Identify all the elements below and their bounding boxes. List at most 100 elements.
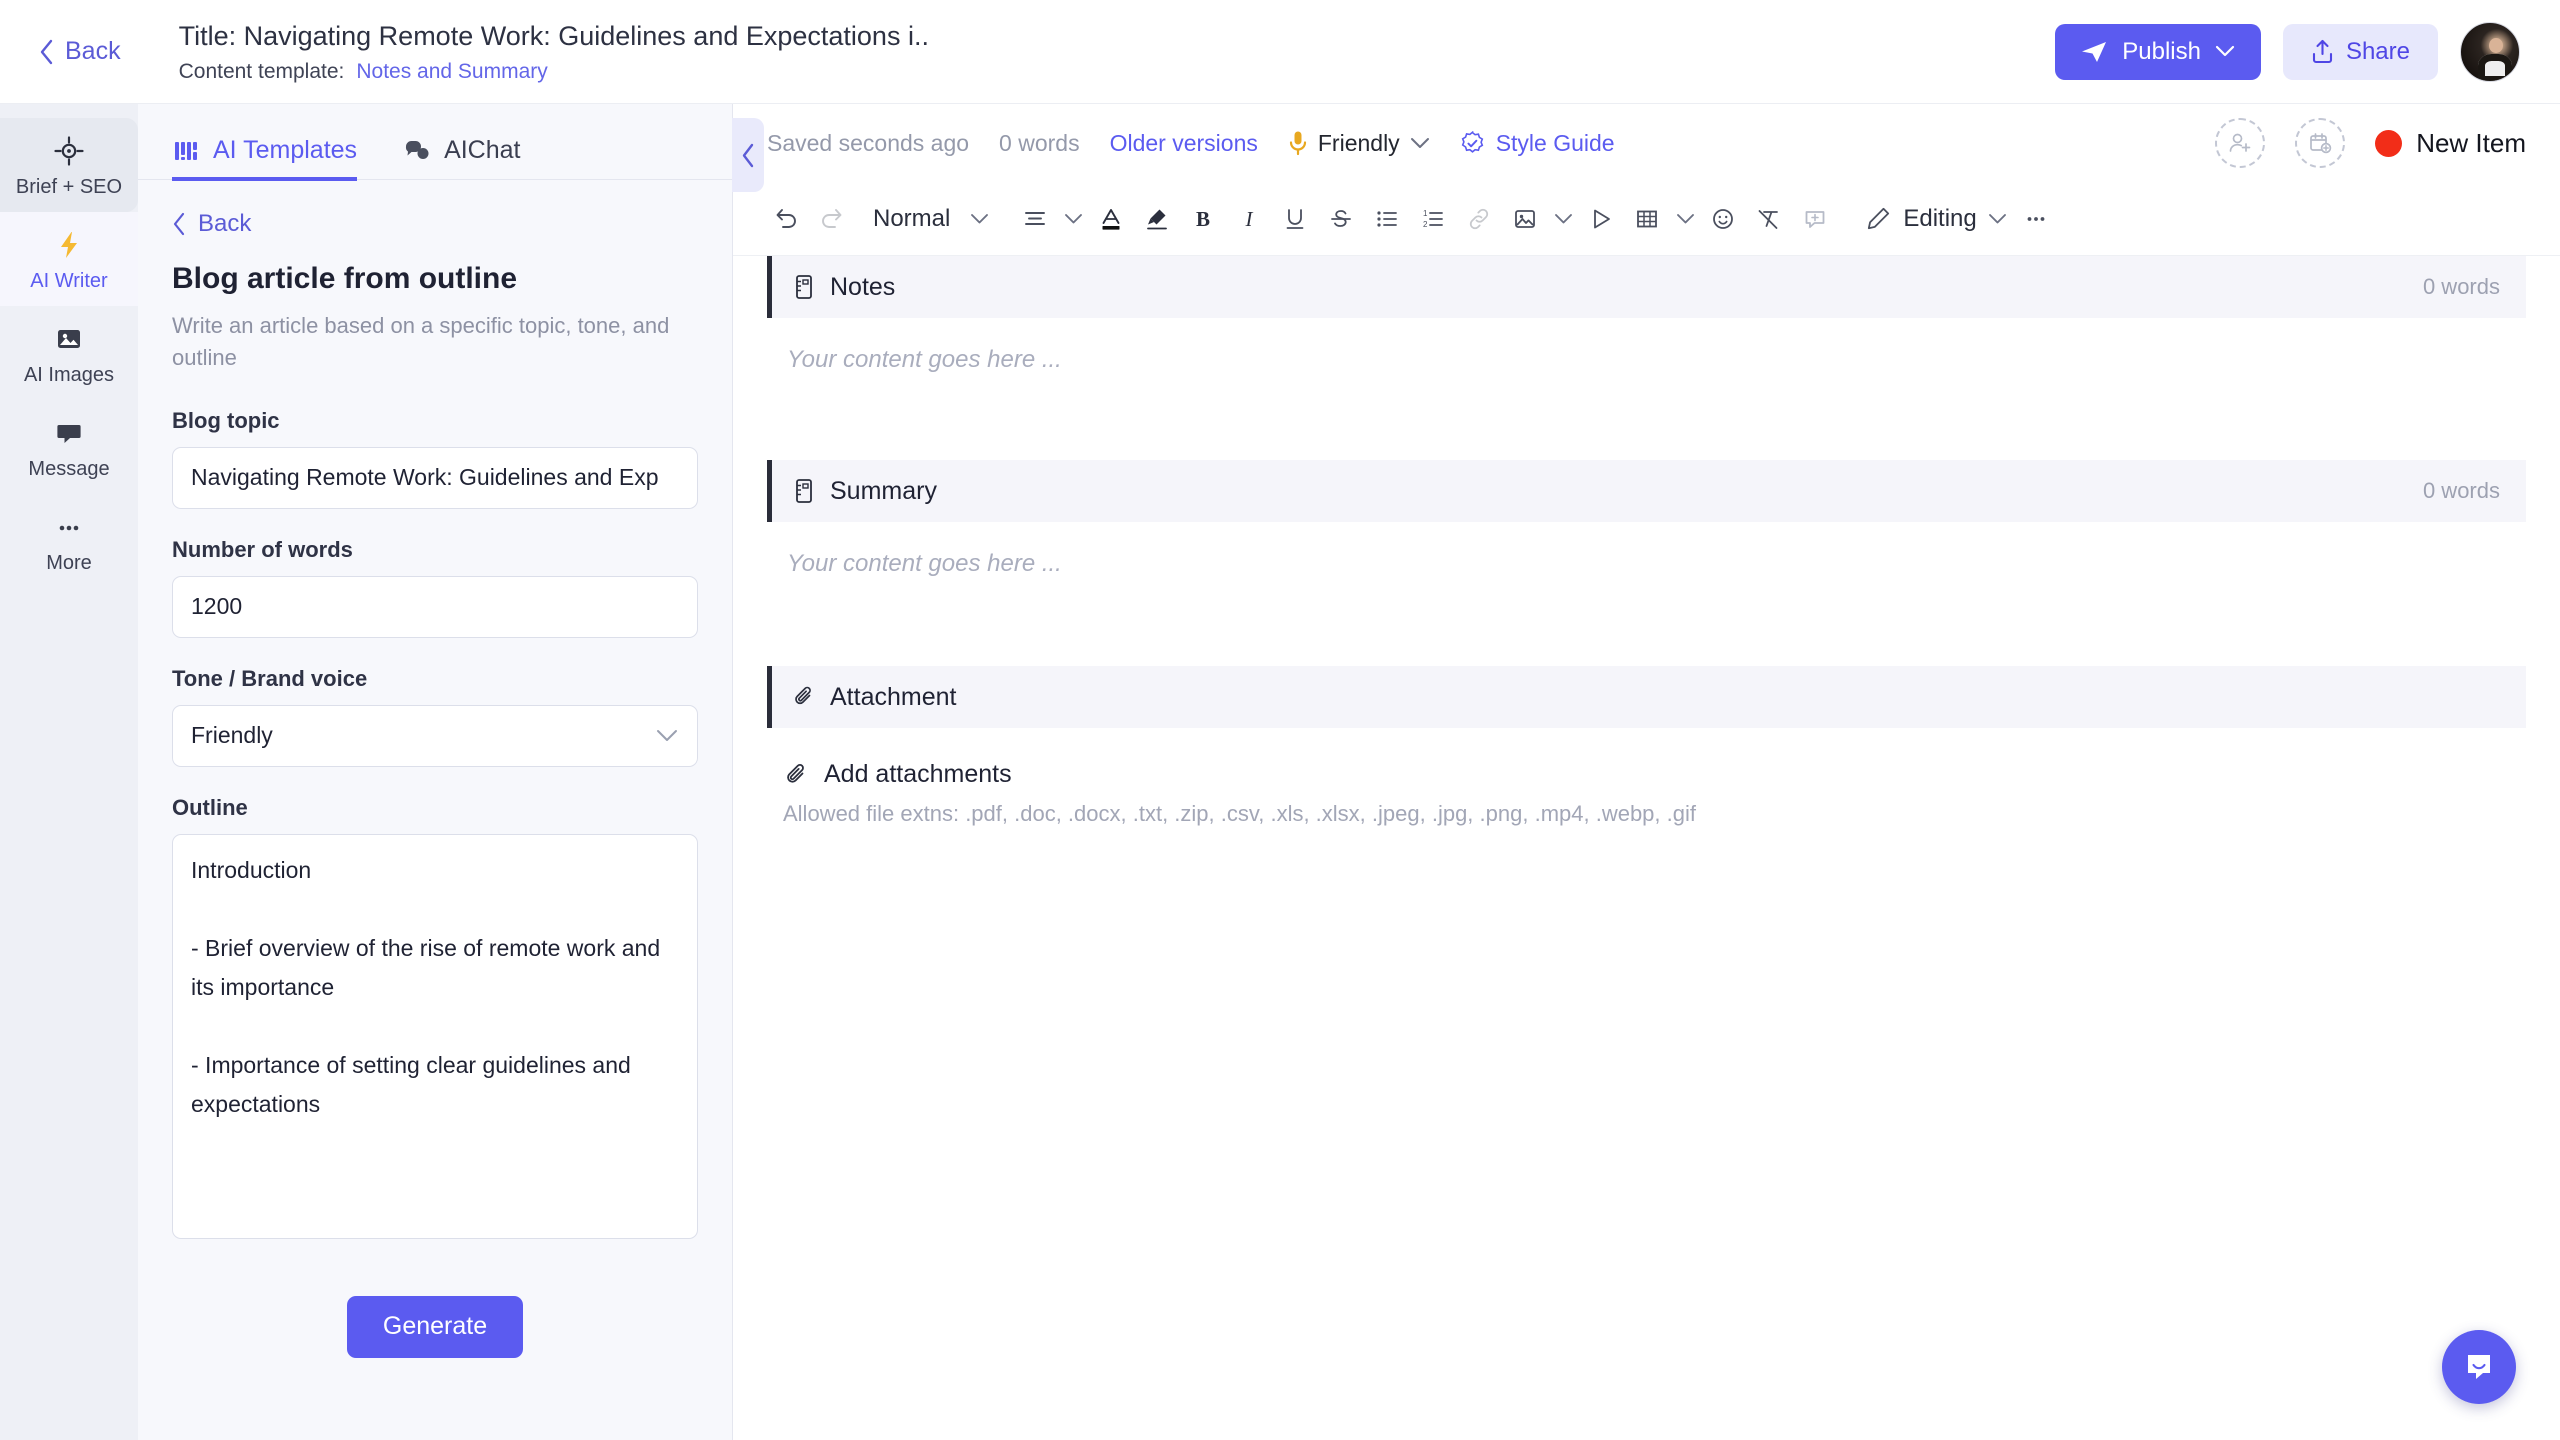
sidebar-item-label: More — [46, 552, 92, 574]
badge-check-icon — [1461, 130, 1483, 153]
title-block: Title: Navigating Remote Work: Guideline… — [179, 19, 2056, 84]
numbered-list-icon[interactable]: 12 — [1410, 196, 1456, 242]
sidebar-item-label: Brief + SEO — [15, 176, 123, 198]
new-item-status[interactable]: New Item — [2375, 128, 2526, 159]
sidebar-item-ai-images[interactable]: AI Images — [0, 306, 138, 400]
new-item-label: New Item — [2416, 127, 2526, 158]
block-format-label: Normal — [873, 204, 951, 232]
sidebar-item-brief-seo[interactable]: Brief + SEO — [0, 118, 138, 212]
collapse-panel-button[interactable] — [732, 118, 764, 192]
tab-ai-templates[interactable]: AI Templates — [172, 136, 358, 181]
editor-area: Saved seconds ago 0 words Older versions… — [733, 104, 2560, 1440]
schedule-button[interactable] — [2295, 118, 2346, 168]
pencil-icon — [1868, 207, 1890, 230]
section-title: Notes — [830, 272, 896, 301]
note-icon — [796, 479, 812, 503]
section-title: Attachment — [830, 682, 957, 711]
block-format-select[interactable]: Normal — [855, 196, 964, 242]
left-rail: Brief + SEO AI Writer AI Images Message — [0, 104, 138, 1440]
saved-status: Saved seconds ago — [767, 129, 970, 156]
share-button-label: Share — [2345, 37, 2410, 65]
block-format-chevron-down-icon[interactable] — [964, 196, 994, 242]
content-template-value[interactable]: Notes and Summary — [356, 60, 547, 84]
blog-topic-label: Blog topic — [172, 407, 280, 433]
add-attachments-button[interactable]: Add attachments — [733, 728, 2560, 789]
section-word-count: 0 words — [2422, 274, 2500, 299]
align-chevron-down-icon[interactable] — [1058, 196, 1088, 242]
comment-icon[interactable] — [1792, 196, 1838, 242]
summary-editor-content[interactable]: Your content goes here ... — [733, 522, 2560, 666]
undo-icon[interactable] — [763, 196, 809, 242]
italic-icon[interactable]: I — [1226, 196, 1272, 242]
chat-bubble-icon — [2468, 1355, 2490, 1379]
editing-chevron-down-icon[interactable] — [1983, 196, 2013, 242]
table-chevron-down-icon[interactable] — [1670, 196, 1700, 242]
invite-user-button[interactable] — [2215, 118, 2266, 168]
panel-back-button[interactable]: Back — [172, 210, 698, 238]
section-header-notes: Notes 0 words — [767, 256, 2526, 318]
number-of-words-input[interactable] — [172, 575, 698, 638]
svg-text:I: I — [1245, 207, 1254, 231]
field-outline: Outline — [172, 795, 698, 1244]
status-badge — [2375, 129, 2403, 157]
highlight-icon[interactable] — [1134, 196, 1180, 242]
tone-select[interactable] — [172, 704, 698, 767]
image-icon[interactable] — [1502, 196, 1548, 242]
chats-icon — [406, 140, 429, 159]
editing-mode-button[interactable]: Editing — [1856, 205, 1982, 233]
sidebar-item-message[interactable]: Message — [0, 400, 138, 494]
bullet-list-icon[interactable] — [1364, 196, 1410, 242]
link-icon[interactable] — [1456, 196, 1502, 242]
font-color-icon[interactable] — [1088, 196, 1134, 242]
sidebar-item-label: AI Writer — [30, 270, 108, 292]
field-blog-topic: Blog topic — [172, 408, 698, 509]
style-guide-label: Style Guide — [1495, 129, 1615, 156]
generate-button[interactable]: Generate — [346, 1295, 524, 1358]
tab-ai-chat[interactable]: AIChat — [403, 136, 521, 181]
editor-status-bar: Saved seconds ago 0 words Older versions… — [733, 104, 2560, 182]
avatar[interactable] — [2460, 21, 2520, 82]
microphone-icon — [1289, 131, 1306, 156]
sidebar-item-ai-writer[interactable]: AI Writer — [0, 212, 138, 306]
emoji-icon[interactable] — [1700, 196, 1746, 242]
header-actions: Publish Share — [2055, 21, 2520, 82]
editing-mode-label: Editing — [1903, 204, 1977, 232]
style-guide-link[interactable]: Style Guide — [1460, 130, 1615, 157]
older-versions-link[interactable]: Older versions — [1110, 130, 1258, 157]
media-icon[interactable] — [1578, 196, 1624, 242]
bold-icon[interactable]: B — [1180, 196, 1226, 242]
image-chevron-down-icon[interactable] — [1548, 196, 1578, 242]
content-template-row: Content template: Notes and Summary — [179, 60, 2056, 84]
underline-icon[interactable] — [1272, 196, 1318, 242]
add-user-icon — [2229, 133, 2251, 152]
tone-selector[interactable]: Friendly — [1288, 130, 1430, 157]
redo-icon[interactable] — [809, 196, 855, 242]
blog-topic-input[interactable] — [172, 446, 698, 509]
more-options-icon[interactable] — [2013, 196, 2059, 242]
publish-button[interactable]: Publish — [2055, 23, 2261, 80]
align-icon[interactable] — [1012, 196, 1058, 242]
back-button-label: Back — [65, 37, 121, 65]
support-chat-button[interactable] — [2442, 1330, 2516, 1404]
outline-label: Outline — [172, 794, 248, 820]
tone-selector-label: Friendly — [1317, 129, 1400, 156]
panel-back-label: Back — [198, 210, 252, 237]
svg-text:1: 1 — [1423, 209, 1428, 218]
table-icon[interactable] — [1624, 196, 1670, 242]
sidebar-item-more[interactable]: More — [0, 494, 138, 588]
bolt-icon — [52, 228, 86, 262]
target-icon — [52, 134, 86, 168]
strikethrough-icon[interactable] — [1318, 196, 1364, 242]
notes-editor-content[interactable]: Your content goes here ... — [733, 318, 2560, 460]
share-button[interactable]: Share — [2282, 23, 2438, 80]
outline-textarea[interactable] — [172, 833, 698, 1239]
editor-document: Notes 0 words Your content goes here ...… — [733, 256, 2560, 1440]
section-header-attachment: Attachment — [767, 666, 2526, 728]
paperclip-icon — [795, 686, 811, 705]
chevron-down-icon — [1410, 137, 1429, 148]
body: Brief + SEO AI Writer AI Images Message — [0, 104, 2560, 1440]
back-button[interactable]: Back — [28, 31, 131, 72]
field-number-of-words: Number of words — [172, 537, 698, 638]
clear-format-icon[interactable] — [1746, 196, 1792, 242]
word-count: 0 words — [999, 129, 1080, 156]
